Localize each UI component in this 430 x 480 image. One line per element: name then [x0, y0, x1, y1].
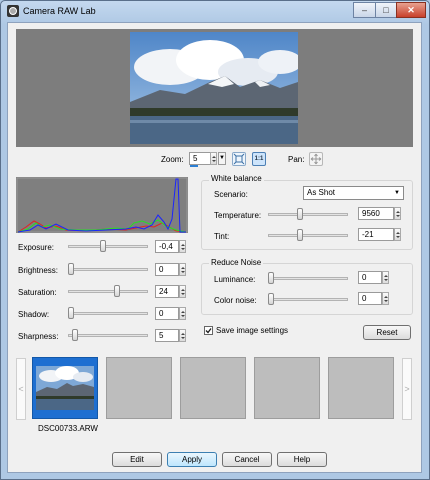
- filmstrip-thumbnail[interactable]: [180, 357, 246, 419]
- zoom-dropdown-arrow[interactable]: ▼: [218, 152, 226, 165]
- title-bar[interactable]: Camera RAW Lab – □ ✕: [1, 1, 429, 22]
- brightness-label: Brightness:: [18, 266, 59, 275]
- shadow-stepper[interactable]: [179, 307, 186, 320]
- sharpness-stepper[interactable]: [179, 329, 186, 342]
- filmstrip-next-button[interactable]: >: [402, 358, 412, 420]
- shadow-label: Shadow:: [18, 310, 50, 319]
- saturation-slider-thumb[interactable]: [114, 285, 120, 297]
- filmstrip-prev-button[interactable]: <: [16, 358, 26, 420]
- minimize-button[interactable]: –: [353, 2, 376, 18]
- luminance-slider-thumb[interactable]: [268, 272, 274, 284]
- luminance-label: Luminance:: [214, 275, 256, 284]
- save-settings-label[interactable]: Save image settings: [216, 326, 288, 335]
- filmstrip-filename: DSC00733.ARW: [38, 424, 98, 433]
- window-title: Camera RAW Lab: [23, 6, 96, 16]
- edit-button[interactable]: Edit: [112, 452, 162, 467]
- tint-slider-thumb[interactable]: [297, 229, 303, 241]
- sharpness-label: Sharpness:: [18, 332, 59, 341]
- scenario-select[interactable]: As Shot ▼: [303, 186, 404, 200]
- close-button[interactable]: ✕: [396, 2, 426, 18]
- color-noise-label: Color noise:: [214, 296, 257, 305]
- scenario-value: As Shot: [307, 188, 336, 197]
- filmstrip-thumbnail[interactable]: [328, 357, 394, 419]
- filmstrip-thumbnail[interactable]: [254, 357, 320, 419]
- color-noise-slider-track[interactable]: [268, 298, 348, 301]
- saturation-slider-track[interactable]: [68, 290, 148, 293]
- histogram: [16, 177, 188, 233]
- temperature-slider-thumb[interactable]: [297, 208, 303, 220]
- saturation-label: Saturation:: [18, 288, 57, 297]
- color-noise-input[interactable]: 0: [358, 292, 382, 305]
- apply-button[interactable]: Apply: [167, 452, 217, 467]
- tint-label: Tint:: [214, 232, 230, 241]
- tint-stepper[interactable]: [394, 228, 401, 241]
- sharpness-slider-track[interactable]: [68, 334, 148, 337]
- saturation-input[interactable]: 24: [155, 285, 179, 298]
- brightness-input[interactable]: 0: [155, 263, 179, 276]
- help-button[interactable]: Help: [277, 452, 327, 467]
- scenario-label: Scenario:: [214, 190, 248, 199]
- save-settings-checkbox[interactable]: [204, 326, 213, 335]
- exposure-slider-thumb[interactable]: [100, 240, 106, 252]
- shadow-slider-thumb[interactable]: [68, 307, 74, 319]
- brightness-stepper[interactable]: [179, 263, 186, 276]
- reduce-noise-title: Reduce Noise: [209, 258, 264, 267]
- chevron-down-icon: ▼: [394, 190, 400, 196]
- temperature-slider-track[interactable]: [268, 213, 348, 216]
- cancel-button[interactable]: Cancel: [222, 452, 272, 467]
- exposure-stepper[interactable]: [179, 240, 186, 253]
- sharpness-slider-thumb[interactable]: [72, 329, 78, 341]
- pan-label: Pan:: [288, 155, 305, 164]
- tint-slider-track[interactable]: [268, 234, 348, 237]
- tint-input[interactable]: -21: [358, 228, 394, 241]
- color-noise-stepper[interactable]: [382, 292, 389, 305]
- exposure-slider-track[interactable]: [68, 245, 148, 248]
- maximize-button[interactable]: □: [375, 2, 397, 18]
- zoom-value-input[interactable]: 5: [189, 152, 211, 165]
- temperature-input[interactable]: 9560: [358, 207, 394, 220]
- luminance-slider-track[interactable]: [268, 277, 348, 280]
- zoom-level-indicator: [190, 165, 198, 167]
- temperature-label: Temperature:: [214, 211, 262, 220]
- saturation-stepper[interactable]: [179, 285, 186, 298]
- luminance-stepper[interactable]: [382, 271, 389, 284]
- exposure-label: Exposure:: [18, 243, 55, 252]
- actual-size-icon[interactable]: 1:1: [252, 152, 266, 166]
- filmstrip-thumbnail[interactable]: [106, 357, 172, 419]
- zoom-stepper[interactable]: [210, 152, 217, 165]
- camera-icon: [7, 5, 19, 17]
- pan-move-icon[interactable]: [309, 152, 323, 166]
- brightness-slider-track[interactable]: [68, 268, 148, 271]
- exposure-input[interactable]: -0,4: [155, 240, 179, 253]
- shadow-slider-track[interactable]: [68, 312, 148, 315]
- sharpness-input[interactable]: 5: [155, 329, 179, 342]
- filmstrip-thumbnail-selected[interactable]: [32, 357, 98, 419]
- shadow-input[interactable]: 0: [155, 307, 179, 320]
- luminance-input[interactable]: 0: [358, 271, 382, 284]
- preview-image[interactable]: [130, 32, 298, 144]
- reset-button[interactable]: Reset: [363, 325, 411, 340]
- color-noise-slider-thumb[interactable]: [268, 293, 274, 305]
- white-balance-title: White balance: [209, 174, 264, 183]
- zoom-label: Zoom:: [161, 155, 184, 164]
- fit-to-window-icon[interactable]: [232, 152, 246, 166]
- brightness-slider-thumb[interactable]: [68, 263, 74, 275]
- temperature-stepper[interactable]: [394, 207, 401, 220]
